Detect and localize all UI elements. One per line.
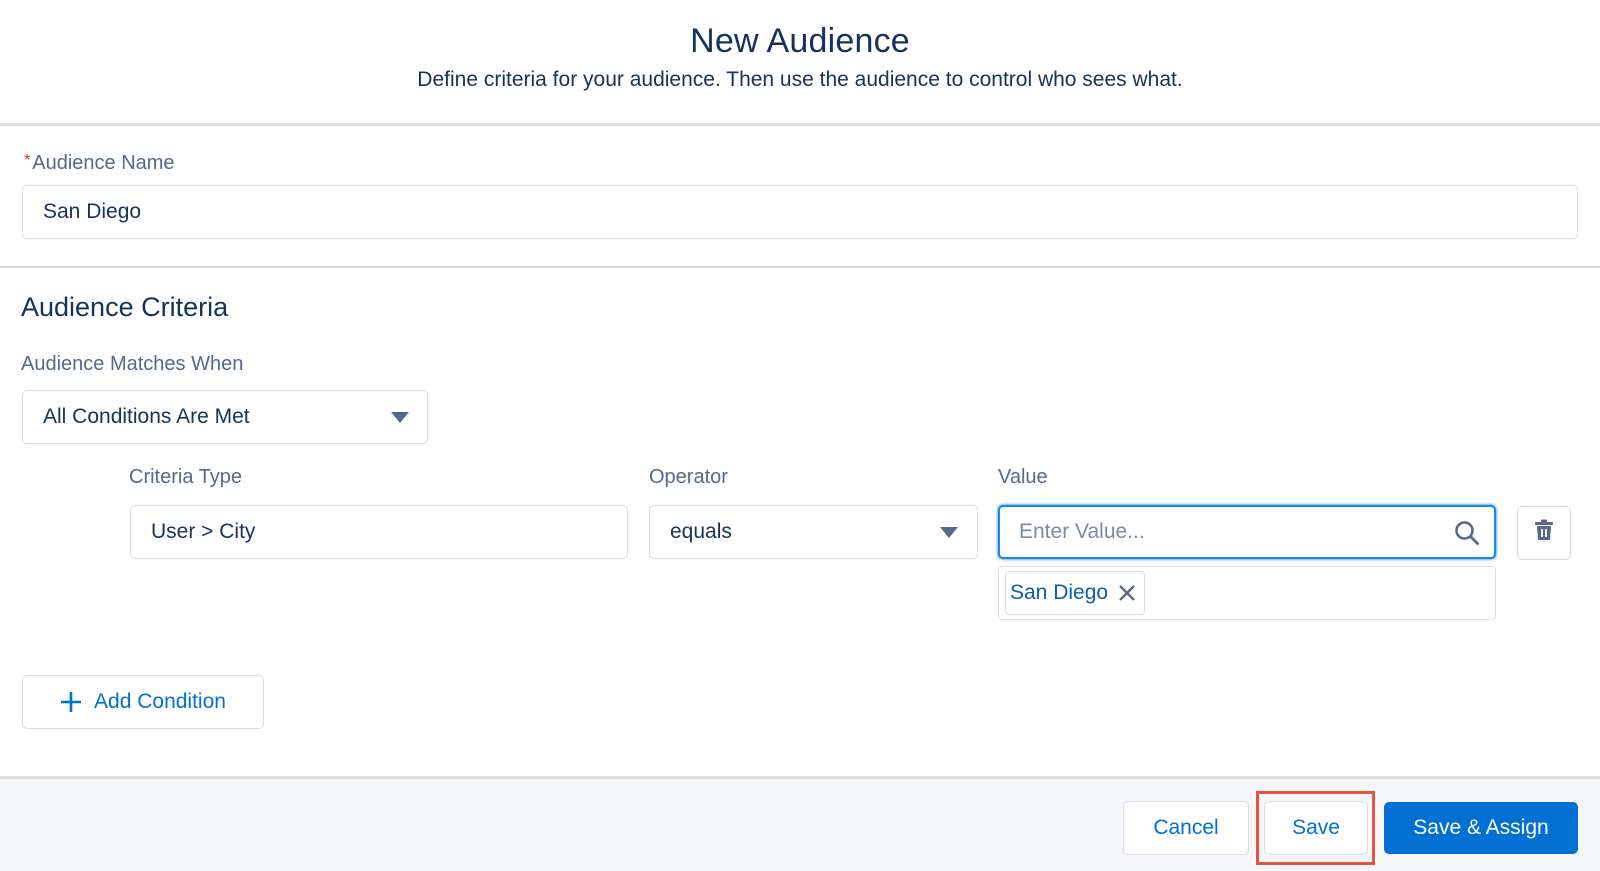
audience-name-label-text: Audience Name [32,152,175,174]
save-button-highlight [1256,791,1375,865]
audience-name-input[interactable]: San Diego [22,185,1578,239]
operator-value: equals [670,520,732,543]
pill-label: San Diego [1010,581,1109,604]
criteria-type-value: User > City [151,520,256,543]
audience-criteria-heading: Audience Criteria [21,292,229,322]
matches-when-select[interactable]: All Conditions Are Met [22,390,428,444]
modal-header: New Audience Define criteria for your au… [0,0,1600,126]
close-icon[interactable] [1118,584,1136,602]
section-divider [0,266,1600,268]
trash-icon [1534,519,1554,547]
criteria-type-label: Criteria Type [129,466,243,488]
value-search-input[interactable]: Enter Value... [998,505,1496,559]
matches-when-value: All Conditions Are Met [43,405,250,428]
chevron-down-icon [391,412,409,423]
add-condition-button[interactable]: Add Condition [22,675,264,729]
page-subtitle: Define criteria for your audience. Then … [417,68,1183,91]
save-and-assign-button[interactable]: Save & Assign [1384,802,1578,854]
value-placeholder: Enter Value... [1019,520,1145,543]
operator-label: Operator [649,466,728,488]
value-label: Value [998,466,1048,488]
operator-select[interactable]: equals [649,505,978,559]
chevron-down-icon [940,527,958,538]
selected-value-pill: San Diego [1005,571,1146,615]
required-marker: * [24,152,31,169]
audience-name-label: * Audience Name [24,152,175,175]
audience-name-value: San Diego [43,200,142,223]
add-condition-label: Add Condition [94,690,226,713]
cancel-button[interactable]: Cancel [1123,801,1249,855]
page-title: New Audience [690,22,910,60]
criteria-type-input[interactable]: User > City [130,505,628,559]
delete-condition-button[interactable] [1517,506,1571,560]
plus-icon [60,691,82,713]
search-icon[interactable] [1454,520,1480,552]
matches-when-label: Audience Matches When [21,353,244,375]
